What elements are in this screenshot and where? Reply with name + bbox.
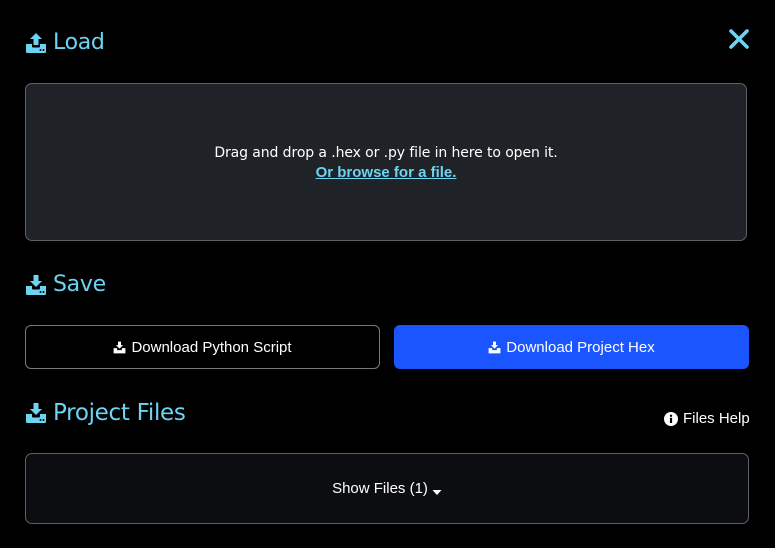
upload-icon <box>25 32 47 54</box>
show-files-label: Show Files (1) <box>332 480 428 497</box>
drop-instructions: Drag and drop a .hex or .py file in here… <box>214 145 558 161</box>
caret-down-icon <box>432 484 442 495</box>
download-icon <box>488 341 501 354</box>
download-python-label: Download Python Script <box>131 338 292 356</box>
download-hex-label: Download Project Hex <box>506 338 655 356</box>
download-python-button[interactable]: Download Python Script <box>25 325 380 369</box>
files-help-label: Files Help <box>683 410 750 427</box>
file-drop-zone[interactable]: Drag and drop a .hex or .py file in here… <box>25 83 747 241</box>
load-title: Load <box>53 30 105 55</box>
save-heading: Save <box>25 272 106 297</box>
browse-file-link[interactable]: Or browse for a file. <box>316 164 457 181</box>
show-files-toggle[interactable]: Show Files (1) <box>332 480 442 497</box>
project-files-heading: Project Files <box>25 400 186 426</box>
project-files-panel: Show Files (1) <box>25 453 749 524</box>
files-help-link[interactable]: Files Help <box>664 410 750 427</box>
download-hex-button[interactable]: Download Project Hex <box>394 325 749 369</box>
download-icon <box>113 341 126 354</box>
download-icon <box>25 402 47 424</box>
download-icon <box>25 274 47 296</box>
load-heading: Load <box>25 30 105 55</box>
close-button[interactable] <box>726 26 752 52</box>
save-title: Save <box>53 272 106 297</box>
info-icon <box>664 411 678 426</box>
close-icon <box>729 29 749 49</box>
project-files-title: Project Files <box>53 400 186 426</box>
